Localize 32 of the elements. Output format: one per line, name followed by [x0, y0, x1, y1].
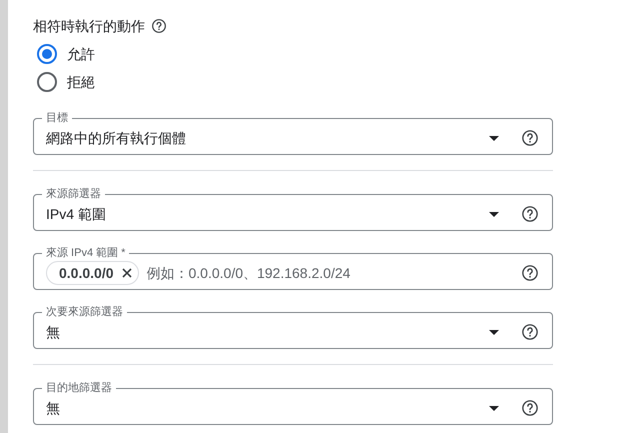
chip[interactable]: 0.0.0.0/0: [46, 261, 138, 285]
radio-button[interactable]: [37, 44, 57, 64]
field-label: 目標: [45, 112, 69, 124]
field-value: 無: [46, 398, 61, 418]
help-icon[interactable]: [521, 399, 539, 417]
field-label: 目的地篩選器: [45, 382, 113, 394]
dropdown-field[interactable]: 次要來源篩選器 無: [33, 306, 553, 349]
dropdown-arrow-icon[interactable]: [489, 136, 499, 140]
dropdown-field[interactable]: 目的地篩選器 無: [33, 382, 553, 425]
help-icon[interactable]: [521, 129, 539, 147]
dropdown-field[interactable]: 來源篩選器 IPv4 範圍: [33, 188, 553, 231]
radio-button[interactable]: [37, 72, 57, 92]
field-label: 次要來源篩選器: [45, 306, 124, 318]
dropdown-field[interactable]: 目標 網路中的所有執行個體: [33, 112, 553, 155]
dropdown-arrow-icon[interactable]: [489, 406, 499, 410]
field-label: 來源 IPv4 範圍 *: [45, 247, 126, 259]
field-value: IPv4 範圍: [46, 204, 107, 224]
help-icon[interactable]: [521, 323, 539, 341]
section-heading: 相符時執行的動作: [33, 16, 145, 36]
help-icon[interactable]: [521, 205, 539, 223]
help-icon[interactable]: [521, 264, 539, 282]
field-value: 網路中的所有執行個體: [46, 128, 187, 148]
dropdown-arrow-icon[interactable]: [489, 330, 499, 334]
close-icon[interactable]: [120, 266, 134, 280]
chip-text: 0.0.0.0/0: [59, 264, 114, 282]
input-field[interactable]: 來源 IPv4 範圍 * 0.0.0.0/0 例如：0.0.0.0/0、192.168.2.0/24: [33, 247, 553, 290]
field-value: 無: [46, 322, 61, 342]
radio-label: 拒絕: [67, 72, 95, 92]
field-label: 來源篩選器: [45, 188, 102, 200]
help-icon[interactable]: [151, 18, 167, 34]
radio-label: 允許: [67, 44, 95, 64]
dropdown-arrow-icon[interactable]: [489, 212, 499, 216]
